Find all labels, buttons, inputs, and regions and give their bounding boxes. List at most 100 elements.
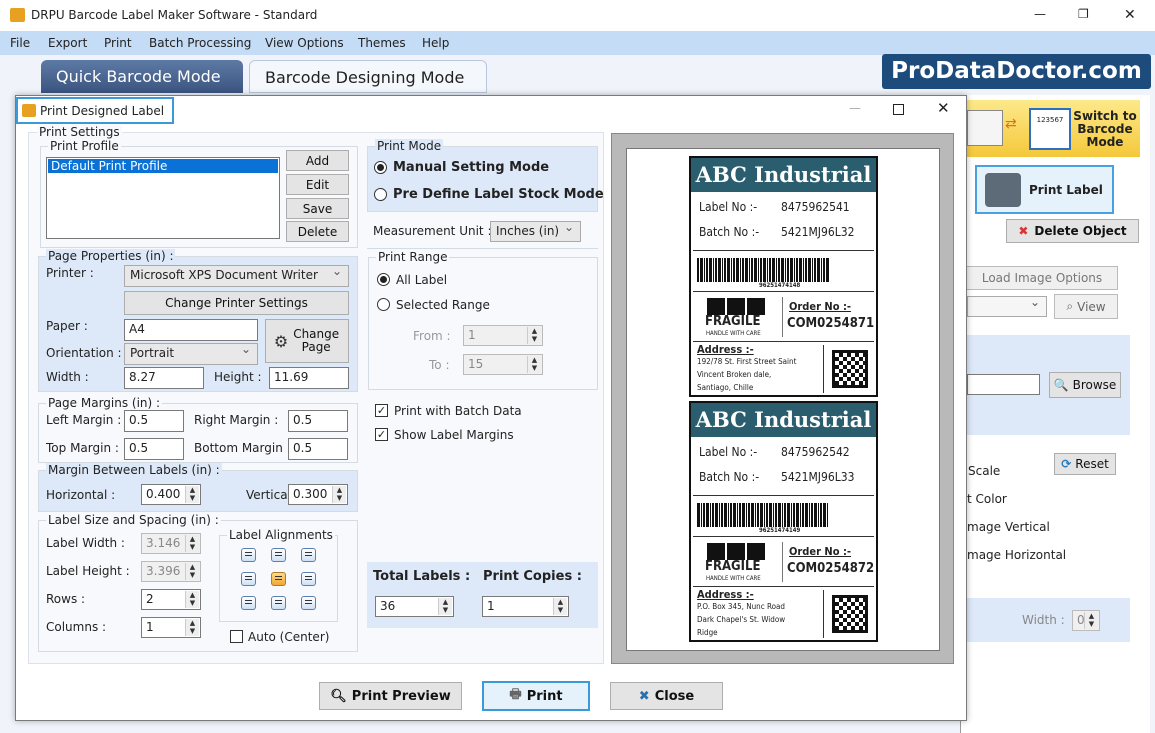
browse-button[interactable]: 🔍 Browse <box>1049 372 1121 398</box>
show-label-margins-checkbox[interactable]: ✓ <box>375 428 388 441</box>
menu-export[interactable]: Export <box>48 36 87 50</box>
divider <box>823 590 824 638</box>
align-bottom-right-button[interactable] <box>301 596 316 610</box>
align-middle-right-button[interactable] <box>301 572 316 586</box>
vertical-spinner[interactable]: 0.300 ▲ ▼ <box>288 484 348 505</box>
from-spinner[interactable]: 1 ▲ ▼ <box>463 325 543 346</box>
spin-arrows[interactable]: ▲ ▼ <box>185 486 199 503</box>
label-height-spinner[interactable]: 3.396 ▲ ▼ <box>141 561 201 582</box>
printer-select[interactable]: Microsoft XPS Document Writer <box>124 264 349 287</box>
edit-profile-button[interactable]: Edit <box>286 174 349 195</box>
spin-arrows[interactable]: ▲ ▼ <box>553 598 567 615</box>
right-margin-input[interactable]: 0.5 <box>288 410 348 432</box>
orientation-select[interactable]: Portrait <box>124 342 258 365</box>
predefine-label-stock-radio[interactable] <box>374 188 387 201</box>
width-spinner[interactable]: 0 ▲ ▼ <box>1072 610 1100 631</box>
measurement-unit-select[interactable]: Inches (in) <box>490 220 581 242</box>
delete-object-button[interactable]: ✖ Delete Object <box>1006 219 1139 243</box>
delete-profile-button[interactable]: Delete <box>286 221 349 242</box>
dialog-maximize-button[interactable] <box>893 104 904 115</box>
align-bottom-left-button[interactable] <box>241 596 256 610</box>
page-height-input[interactable]: 11.69 <box>269 367 349 389</box>
align-top-left-button[interactable] <box>241 548 256 562</box>
dialog-minimize-button[interactable]: — <box>849 101 861 115</box>
align-top-center-button[interactable] <box>271 548 286 562</box>
spin-arrows[interactable]: ▲ ▼ <box>185 591 199 608</box>
change-page-button[interactable]: ⚙ Change Page <box>265 319 349 363</box>
option-flip-vertical[interactable]: mage Vertical <box>967 520 1050 534</box>
spin-arrows[interactable]: ▲ ▼ <box>527 327 541 344</box>
tab-quick-barcode-mode[interactable]: Quick Barcode Mode <box>41 60 243 93</box>
columns-spinner[interactable]: 1 ▲ ▼ <box>141 617 201 638</box>
switch-to-barcode-mode-button[interactable]: ⇄ 123567 Switch to Barcode Mode <box>967 100 1140 157</box>
print-preview-button[interactable]: 🔍︎ Print Preview <box>319 682 462 710</box>
add-profile-button[interactable]: Add <box>286 150 349 171</box>
bottom-margin-input[interactable]: 0.5 <box>288 438 348 460</box>
align-middle-center-button[interactable] <box>271 572 286 586</box>
align-middle-left-button[interactable] <box>241 572 256 586</box>
paper-input[interactable]: A4 <box>124 319 258 341</box>
close-window-button[interactable]: ✕ <box>1124 7 1136 23</box>
align-bottom-center-button[interactable] <box>271 596 286 610</box>
spin-arrows[interactable]: ▲ ▼ <box>185 563 199 580</box>
list-item[interactable]: Default Print Profile <box>48 159 278 173</box>
print-label-text: Print Label <box>1029 183 1103 197</box>
align-top-right-button[interactable] <box>301 548 316 562</box>
printer-icon <box>985 173 1021 207</box>
horizontal-spinner[interactable]: 0.400 ▲ ▼ <box>141 484 201 505</box>
option-color[interactable]: t Color <box>967 492 1007 506</box>
print-button[interactable]: 🖶 Print <box>482 681 590 711</box>
menu-batch-processing[interactable]: Batch Processing <box>149 36 251 50</box>
option-scale[interactable]: Scale <box>968 464 1000 478</box>
menu-help[interactable]: Help <box>422 36 449 50</box>
menu-themes[interactable]: Themes <box>358 36 406 50</box>
print-label-button[interactable]: Print Label <box>975 165 1114 214</box>
top-margin-input[interactable]: 0.5 <box>124 438 184 460</box>
label-width-spinner[interactable]: 3.146 ▲ ▼ <box>141 533 201 554</box>
barcode-bar <box>760 258 762 282</box>
spin-arrows[interactable]: ▲ ▼ <box>185 619 199 636</box>
title-bar: DRPU Barcode Label Maker Software - Stan… <box>0 0 1155 31</box>
change-printer-settings-button[interactable]: Change Printer Settings <box>124 291 349 315</box>
tab-barcode-designing-mode[interactable]: Barcode Designing Mode <box>249 60 487 93</box>
dialog-close-button[interactable]: ✕ <box>937 99 950 117</box>
option-flip-horizontal[interactable]: mage Horizontal <box>967 548 1066 562</box>
restore-button[interactable]: ❐ <box>1078 7 1089 21</box>
selected-range-radio[interactable] <box>377 298 390 311</box>
menu-file[interactable]: File <box>10 36 30 50</box>
minimize-button[interactable]: — <box>1034 7 1046 21</box>
spin-arrows[interactable]: ▲ ▼ <box>438 598 452 615</box>
group-legend: Page Properties (in) : <box>46 249 176 263</box>
print-copies-spinner[interactable]: 1 ▲ ▼ <box>482 596 569 617</box>
spin-arrows[interactable]: ▲ ▼ <box>332 486 346 503</box>
save-profile-button[interactable]: Save <box>286 198 349 219</box>
page-width-input[interactable]: 8.27 <box>124 367 204 389</box>
print-with-batch-data-checkbox[interactable]: ✓ <box>375 404 388 417</box>
image-combo[interactable] <box>967 295 1047 317</box>
brand-banner[interactable]: ProDataDoctor.com <box>882 54 1151 89</box>
auto-center-checkbox[interactable] <box>230 630 243 643</box>
spin-arrows[interactable]: ▲ ▼ <box>527 356 541 373</box>
image-path-input[interactable] <box>967 374 1040 395</box>
barcode-number: 96251474149 <box>759 527 801 534</box>
print-profile-list[interactable]: Default Print Profile <box>46 157 280 239</box>
total-labels-spinner[interactable]: 36 ▲ ▼ <box>375 596 454 617</box>
barcode-bar <box>742 503 745 527</box>
rows-label: Rows : <box>46 592 86 606</box>
manual-setting-mode-radio[interactable] <box>374 161 387 174</box>
close-button[interactable]: ✖ Close <box>610 682 723 710</box>
spin-arrows[interactable]: ▲ ▼ <box>185 535 199 552</box>
view-button[interactable]: ⌕ View <box>1054 294 1118 319</box>
reset-label: Reset <box>1075 457 1109 471</box>
menu-print[interactable]: Print <box>104 36 132 50</box>
barcode-bar <box>782 503 783 527</box>
rows-spinner[interactable]: 2 ▲ ▼ <box>141 589 201 610</box>
change-page-label: Change Page <box>293 327 340 354</box>
load-image-options-button[interactable]: Load Image Options <box>966 266 1118 290</box>
left-margin-input[interactable]: 0.5 <box>124 410 184 432</box>
reset-button[interactable]: ⟳ Reset <box>1054 453 1116 475</box>
all-label-radio[interactable] <box>377 273 390 286</box>
menu-view-options[interactable]: View Options <box>265 36 344 50</box>
barcode-bar <box>823 258 825 282</box>
to-spinner[interactable]: 15 ▲ ▼ <box>463 354 543 375</box>
